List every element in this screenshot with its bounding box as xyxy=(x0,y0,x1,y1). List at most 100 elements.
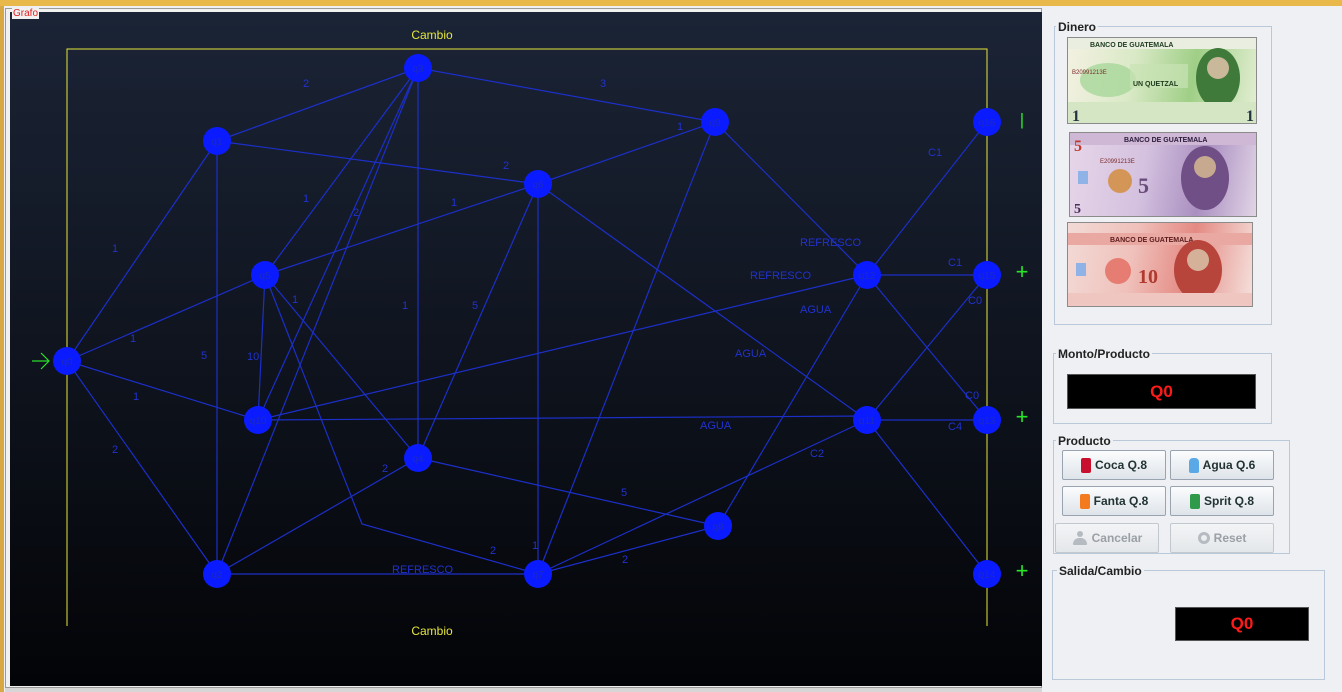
edge xyxy=(66,360,218,575)
svg-text:q3: q3 xyxy=(412,64,424,75)
agua-button-label: Agua Q.6 xyxy=(1202,458,1256,472)
window-left-border xyxy=(0,6,4,692)
edge xyxy=(264,274,539,575)
control-panel: Dinero BANCO DE GUATEMALA UN QUETZAL B20… xyxy=(1045,6,1342,692)
edge xyxy=(216,67,419,142)
bill-denomination: 5 xyxy=(1074,138,1082,155)
edge xyxy=(537,525,719,575)
edge xyxy=(417,457,719,527)
edge-label: C0 xyxy=(968,295,982,307)
edge-label: 5 xyxy=(201,350,207,362)
node-q8[interactable]: q8 xyxy=(704,512,732,540)
edge-label: 2 xyxy=(382,463,388,475)
edge xyxy=(257,67,419,421)
edge-label: 2 xyxy=(303,78,309,90)
node-q16[interactable]: q16 xyxy=(973,108,1001,136)
fanta-button[interactable]: Fanta Q.8 xyxy=(1062,486,1166,516)
edge-label: REFRESCO xyxy=(750,270,812,282)
node-q12[interactable]: q12 xyxy=(853,261,881,289)
edge-label: 5 xyxy=(472,300,478,312)
salida-display: Q0 xyxy=(1175,607,1309,641)
svg-text:q0: q0 xyxy=(61,357,73,368)
edge-label: AGUA xyxy=(735,348,767,360)
state-graph: Cambio Cambio 2 3 1 2 1 1 2 1 1 1 5 1 5 … xyxy=(32,28,1029,638)
edge xyxy=(66,360,259,421)
accept-mark-q15: + xyxy=(1016,259,1029,284)
monto-display: Q0 xyxy=(1067,374,1256,409)
coca-button-label: Coca Q.8 xyxy=(1094,458,1148,472)
reset-button[interactable]: Reset xyxy=(1170,523,1274,553)
cancelar-button-label: Cancelar xyxy=(1091,531,1143,545)
bill-denomination: 10 xyxy=(1138,266,1158,288)
sprite-button[interactable]: Sprit Q.8 xyxy=(1170,486,1274,516)
svg-text:q11: q11 xyxy=(859,416,875,427)
edge-label: C0 xyxy=(965,390,979,402)
coca-can-icon xyxy=(1080,457,1091,473)
frame-bottom-label: Cambio xyxy=(411,624,453,638)
sprite-can-icon xyxy=(1189,493,1200,509)
node-q6[interactable]: q6 xyxy=(524,170,552,198)
node-q9[interactable]: q9 xyxy=(701,108,729,136)
bill-5-quetzales[interactable]: BANCO DE GUATEMALA 5 5 E20991213E 5 xyxy=(1069,132,1257,217)
edge-label: C4 xyxy=(948,421,962,433)
edge-label: 1 xyxy=(303,193,309,205)
coca-button[interactable]: Coca Q.8 xyxy=(1062,450,1166,480)
node-q2[interactable]: q2 xyxy=(203,560,231,588)
edge-label: 1 xyxy=(402,300,408,312)
node-q5[interactable]: q5 xyxy=(251,261,279,289)
water-bottle-icon xyxy=(1188,457,1199,473)
edge-label: 1 xyxy=(292,294,298,306)
edge xyxy=(216,67,419,575)
edge-label: 5 xyxy=(621,487,627,499)
start-arrow-icon xyxy=(32,352,50,370)
svg-text:q1: q1 xyxy=(211,137,223,148)
node-q13[interactable]: q13 xyxy=(973,406,1001,434)
bill-caption: UN QUETZAL xyxy=(1133,81,1179,88)
svg-text:5: 5 xyxy=(1138,173,1149,198)
edge xyxy=(417,183,539,459)
sprite-button-label: Sprit Q.8 xyxy=(1203,494,1254,508)
bill-bank-name: BANCO DE GUATEMALA xyxy=(1110,237,1193,244)
node-q14[interactable]: q14 xyxy=(973,560,1001,588)
node-q0[interactable]: q0 xyxy=(53,347,81,375)
bill-10-quetzales[interactable]: BANCO DE GUATEMALA 10 xyxy=(1067,222,1253,307)
node-q1[interactable]: q1 xyxy=(203,127,231,155)
node-q11[interactable]: q11 xyxy=(853,406,881,434)
edge-label: 1 xyxy=(677,121,683,133)
graph-panel-title: Grafo xyxy=(12,8,40,19)
svg-text:1: 1 xyxy=(1246,108,1254,124)
node-q15[interactable]: q15 xyxy=(973,261,1001,289)
svg-text:q9: q9 xyxy=(709,118,721,129)
edge-label: C1 xyxy=(948,257,962,269)
edge-label: 2 xyxy=(353,207,359,219)
edge-label: 1 xyxy=(532,540,538,552)
edge-label: REFRESCO xyxy=(392,564,454,576)
edge xyxy=(417,67,716,123)
producto-title: Producto xyxy=(1056,434,1113,448)
agua-button[interactable]: Agua Q.6 xyxy=(1170,450,1274,480)
node-q7[interactable]: q7 xyxy=(524,560,552,588)
frame-top-label: Cambio xyxy=(411,28,453,42)
accept-mark-q16: | xyxy=(1020,110,1024,129)
edge-label: 3 xyxy=(600,78,606,90)
node-q3[interactable]: q3 xyxy=(404,54,432,82)
svg-text:q6: q6 xyxy=(532,180,544,191)
edge xyxy=(866,419,988,575)
svg-text:q8: q8 xyxy=(712,522,724,533)
edge-label: REFRESCO xyxy=(800,237,862,249)
svg-text:q10: q10 xyxy=(250,416,267,427)
svg-text:q4: q4 xyxy=(412,454,424,465)
cancelar-button[interactable]: Cancelar xyxy=(1055,523,1159,553)
edge-label: 10 xyxy=(247,351,259,363)
accept-mark-q14: + xyxy=(1016,558,1029,583)
edge-label: 2 xyxy=(622,554,628,566)
svg-text:q5: q5 xyxy=(259,271,271,282)
edge xyxy=(717,274,868,527)
edge xyxy=(257,274,266,421)
svg-text:q16: q16 xyxy=(979,118,996,129)
edge-label: 2 xyxy=(112,444,118,456)
node-q10[interactable]: q10 xyxy=(244,406,272,434)
node-q4[interactable]: q4 xyxy=(404,444,432,472)
dinero-title: Dinero xyxy=(1056,20,1099,34)
bill-1-quetzal[interactable]: BANCO DE GUATEMALA UN QUETZAL B20991213E… xyxy=(1067,37,1257,124)
